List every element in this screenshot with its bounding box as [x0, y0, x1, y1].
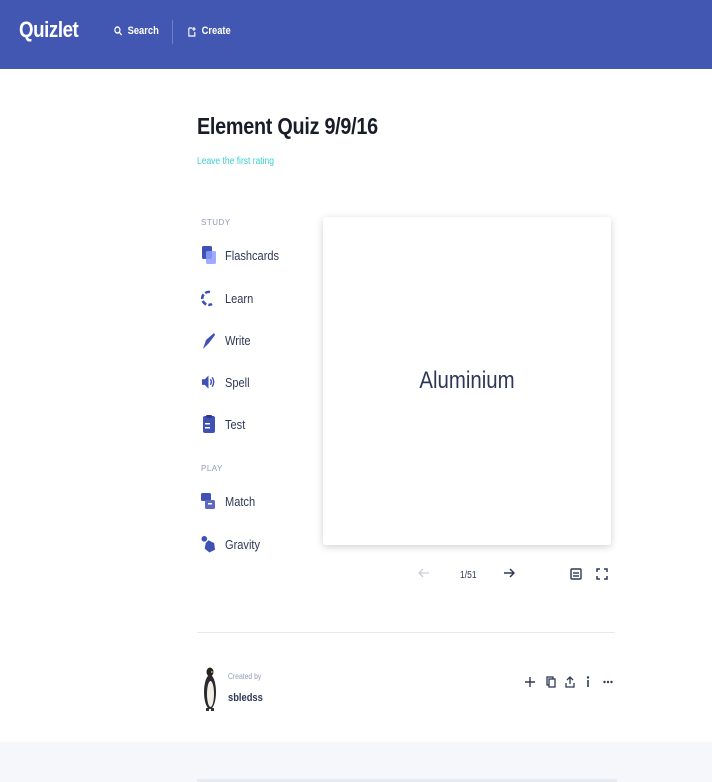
flashcards-icon: [201, 246, 216, 264]
options-icon: [570, 568, 582, 580]
penguin-avatar-icon: [204, 667, 216, 711]
mode-label: Learn: [225, 290, 254, 306]
copy-icon: [546, 676, 556, 688]
search-icon: [114, 26, 123, 36]
creator-username[interactable]: sbledss: [228, 692, 263, 704]
mode-flashcards[interactable]: Flashcards: [201, 246, 289, 264]
plus-icon: [525, 677, 535, 687]
mode-spell[interactable]: Spell: [201, 373, 254, 391]
nav-divider: [172, 20, 173, 44]
add-to-folder-button[interactable]: [521, 673, 539, 691]
next-card-button[interactable]: [503, 566, 516, 583]
create-icon: [188, 26, 196, 37]
create-label: Create: [201, 25, 231, 37]
mode-label: Write: [225, 332, 251, 348]
copy-button[interactable]: [542, 673, 560, 691]
leave-rating-link[interactable]: Leave the first rating: [197, 156, 274, 167]
learn-icon: [201, 289, 216, 307]
mode-label: Match: [225, 493, 256, 509]
mode-label: Test: [225, 416, 246, 432]
mode-label: Gravity: [225, 536, 260, 552]
create-button[interactable]: Create: [188, 25, 231, 37]
share-icon: [565, 676, 575, 688]
previous-card-button[interactable]: [418, 566, 430, 583]
fullscreen-button[interactable]: [596, 567, 608, 585]
mode-gravity[interactable]: Gravity: [201, 535, 266, 553]
mode-write[interactable]: Write: [201, 331, 255, 349]
flashcard-term: Aluminium: [419, 367, 515, 394]
mode-label: Spell: [225, 374, 250, 390]
write-icon: [201, 331, 216, 349]
search-button[interactable]: Search: [114, 25, 159, 37]
mode-test[interactable]: Test: [201, 415, 249, 433]
options-button[interactable]: [570, 567, 582, 585]
mode-learn[interactable]: Learn: [201, 289, 258, 307]
match-icon: [201, 492, 216, 510]
footer-band: [0, 742, 712, 782]
flashcard[interactable]: Aluminium: [323, 217, 611, 545]
gravity-icon: [201, 535, 216, 553]
created-by-caption: Created by: [228, 672, 262, 681]
play-section-label: PLAY: [201, 464, 223, 473]
info-button[interactable]: [579, 673, 597, 691]
spell-icon: [201, 373, 216, 391]
mode-match[interactable]: Match: [201, 492, 260, 510]
share-button[interactable]: [561, 673, 579, 691]
arrow-right-icon: [504, 568, 516, 578]
avatar[interactable]: [200, 665, 220, 713]
section-divider: [197, 632, 615, 633]
arrow-left-icon: [418, 568, 429, 578]
set-title: Element Quiz 9/9/16: [197, 113, 378, 139]
search-label: Search: [127, 25, 159, 37]
quizlet-logo[interactable]: Quizlet: [19, 17, 79, 43]
more-horizontal-icon: [603, 680, 613, 684]
top-nav-bar: Quizlet Search Create: [0, 0, 712, 69]
fullscreen-icon: [596, 568, 608, 580]
test-icon: [201, 415, 216, 433]
more-options-button[interactable]: [599, 673, 617, 691]
mode-label: Flashcards: [225, 247, 280, 263]
info-icon: [586, 676, 590, 687]
card-counter: 1/51: [460, 570, 477, 581]
study-section-label: STUDY: [201, 218, 231, 227]
